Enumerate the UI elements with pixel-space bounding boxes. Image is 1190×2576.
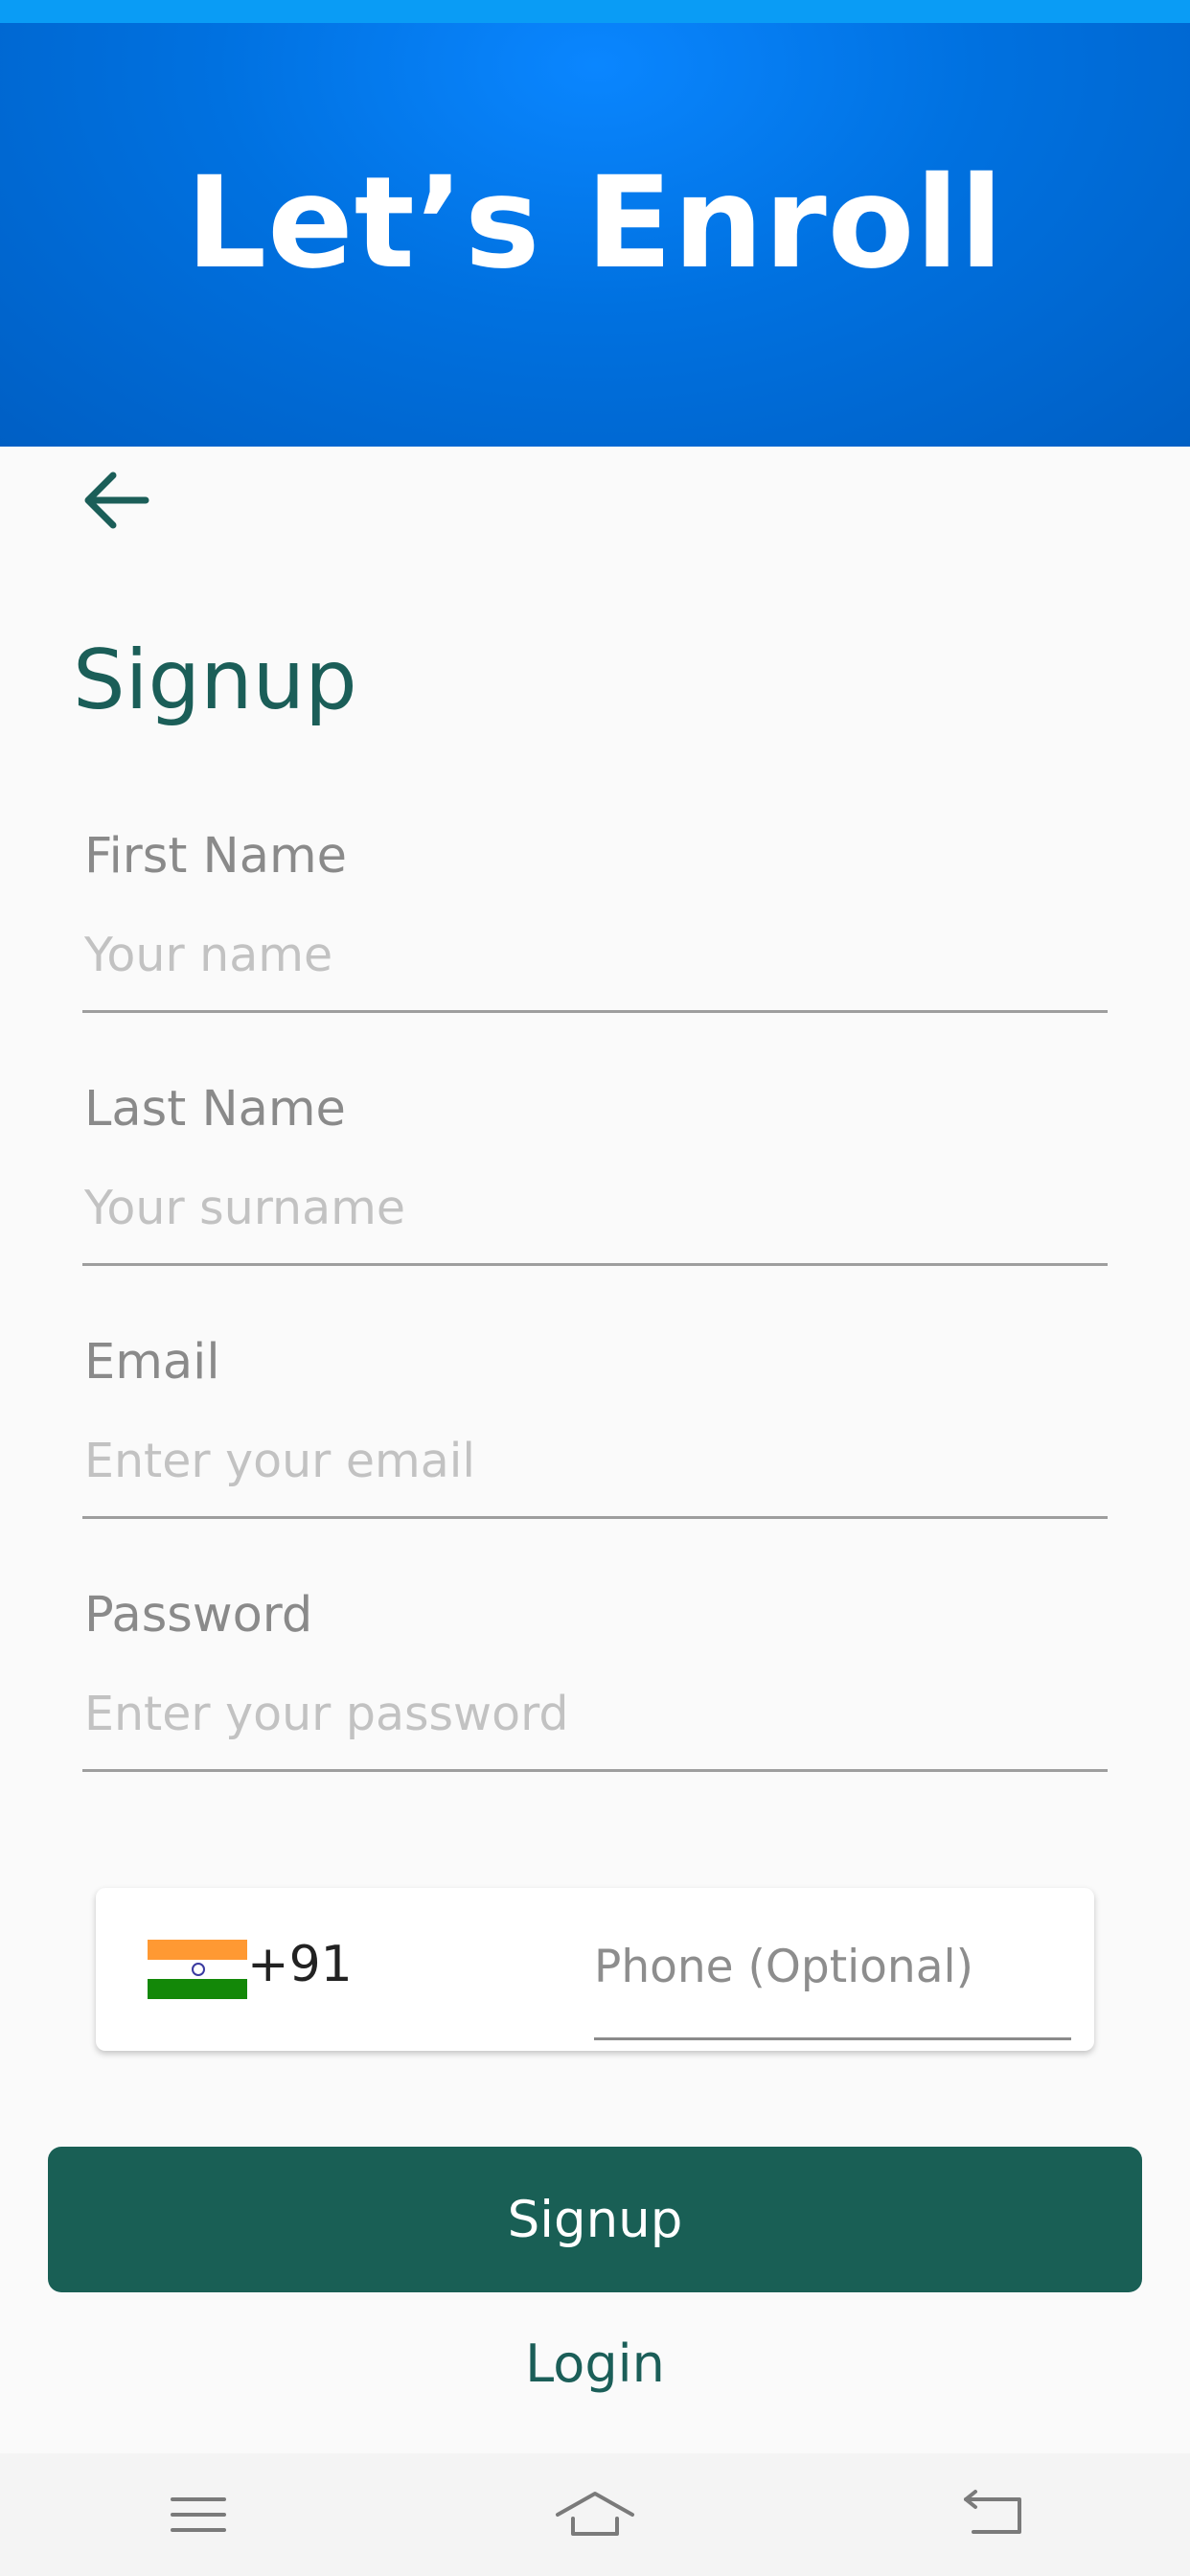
back-icon (964, 2490, 1021, 2534)
password-input[interactable] (82, 1671, 1108, 1756)
app-header: Let’s Enroll (0, 23, 1190, 447)
last-name-field: Last Name (82, 1081, 1108, 1273)
last-name-underline (82, 1263, 1108, 1266)
nav-home-button[interactable] (518, 2467, 672, 2563)
email-label: Email (84, 1334, 220, 1391)
last-name-label: Last Name (84, 1081, 346, 1138)
first-name-underline (82, 1010, 1108, 1013)
password-label: Password (84, 1587, 313, 1644)
last-name-input[interactable] (82, 1165, 1108, 1250)
nav-back-button[interactable] (915, 2467, 1068, 2563)
password-underline (82, 1769, 1108, 1772)
back-button[interactable] (67, 460, 163, 540)
menu-icon (171, 2497, 226, 2532)
phone-underline (594, 2037, 1071, 2040)
flag-green-stripe (148, 1979, 247, 1999)
first-name-input[interactable] (82, 912, 1108, 997)
status-bar (0, 0, 1190, 23)
flag-white-stripe (148, 1960, 247, 1979)
password-field: Password (82, 1587, 1108, 1779)
system-nav-bar (0, 2453, 1190, 2576)
country-dial-code[interactable]: +91 (247, 1936, 353, 1993)
first-name-field: First Name (82, 828, 1108, 1020)
nav-menu-button[interactable] (122, 2467, 275, 2563)
phone-input[interactable] (594, 1928, 1071, 2005)
signup-button[interactable]: Signup (48, 2147, 1142, 2292)
first-name-label: First Name (84, 828, 348, 885)
flag-chakra-icon (192, 1963, 205, 1976)
email-input[interactable] (82, 1418, 1108, 1503)
login-link[interactable]: Login (0, 2334, 1190, 2394)
phone-card: +91 (96, 1888, 1094, 2051)
header-title: Let’s Enroll (186, 150, 1004, 297)
email-underline (82, 1516, 1108, 1519)
flag-saffron-stripe (148, 1940, 247, 1960)
home-icon (556, 2492, 634, 2536)
page-title: Signup (73, 632, 357, 728)
arrow-left-icon (84, 472, 149, 529)
india-flag-icon[interactable] (148, 1940, 247, 1999)
email-field: Email (82, 1334, 1108, 1526)
